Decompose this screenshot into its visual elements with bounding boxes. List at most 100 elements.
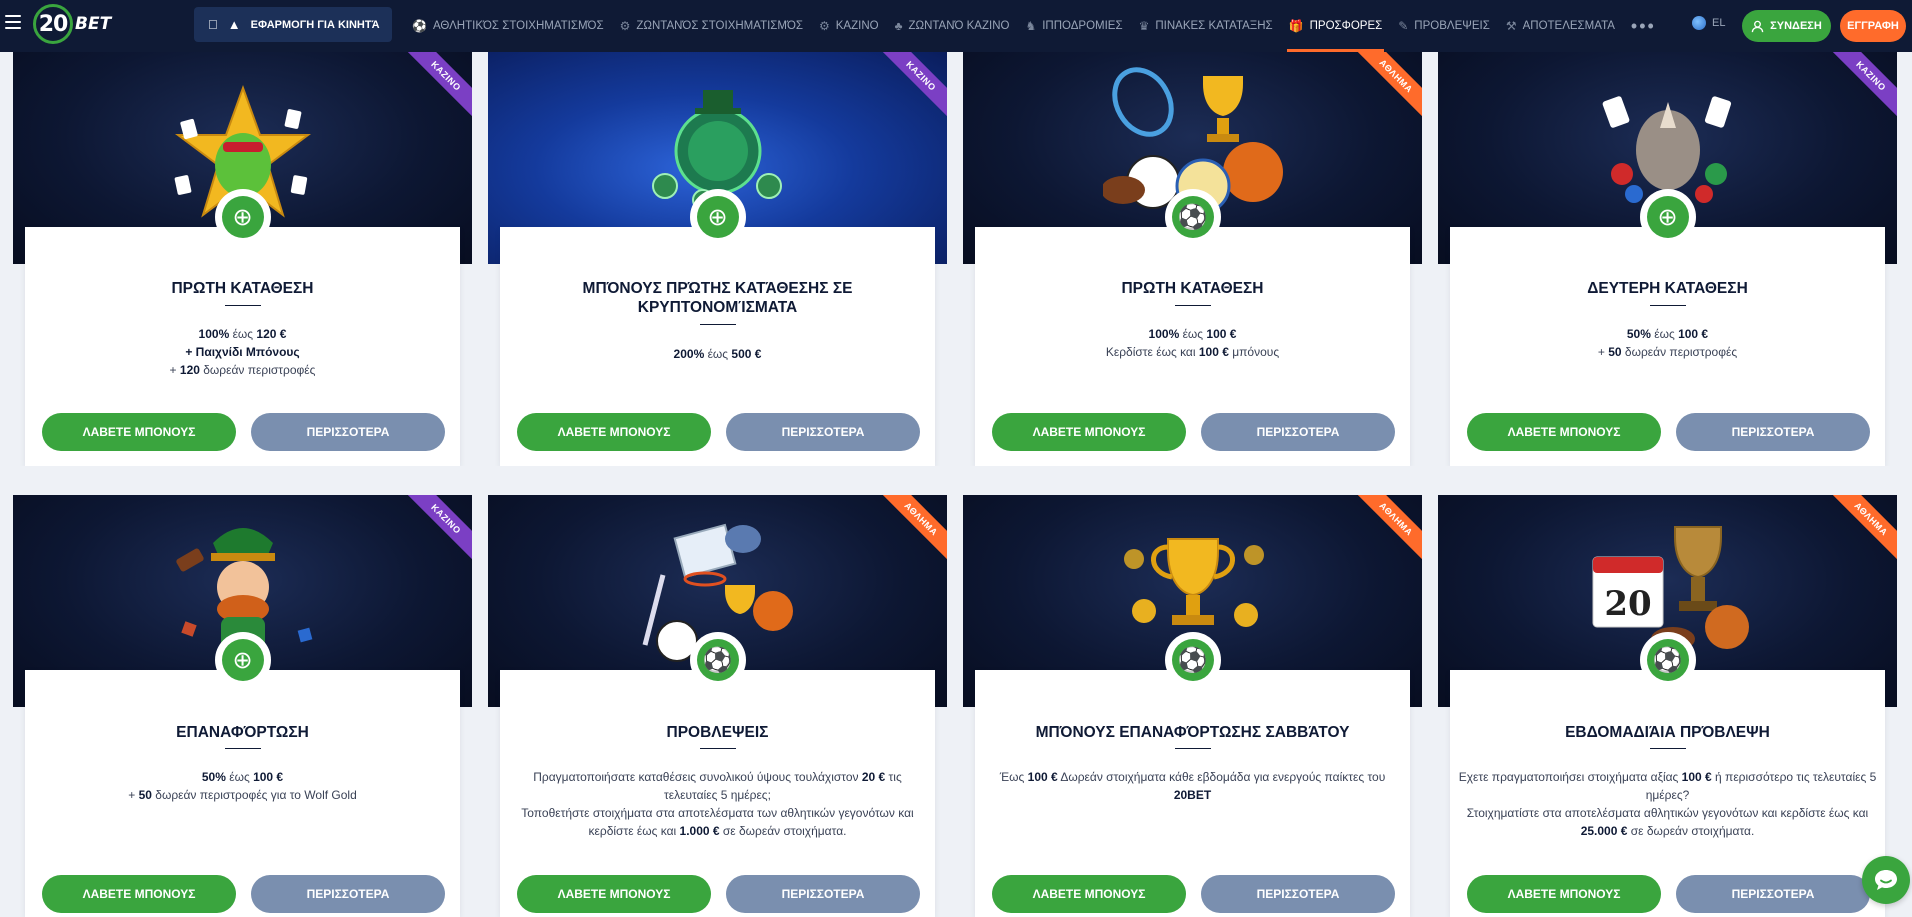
desc-text: Έως [999,770,1028,784]
card-description: Πραγματοποιήσατε καταθέσεις συνολικού ύψ… [508,768,927,840]
roulette-icon: ⊕ [1646,196,1689,238]
live-icon: ⚙ [619,19,631,33]
more-info-button[interactable]: ΠΕΡΙΣΣΟΤΕΡΑ [726,875,920,913]
more-info-button[interactable]: ΠΕΡΙΣΣΟΤΕΡΑ [251,413,445,451]
desc-value: + Παιχνίδι Μπόνους [185,345,300,359]
more-info-button[interactable]: ΠΕΡΙΣΣΟΤΕΡΑ [1676,875,1870,913]
card-badge: ⚽ [1164,632,1221,688]
get-bonus-button[interactable]: ΛΑΒΕΤΕ ΜΠΟΝΟΥΣ [1467,875,1661,913]
login-button[interactable]: ΣΥΝΔΕΣΗ [1742,10,1831,42]
more-info-button[interactable]: ΠΕΡΙΣΣΟΤΕΡΑ [1201,413,1395,451]
nav-live-betting[interactable]: ⚙ ΖΩΝΤΑΝΌΣ ΣΤΟΙΧΗΜΑΤΙΣΜΌΣ [612,0,811,52]
desc-value: 100 € [1027,770,1058,784]
desc-value: 50% [201,770,226,784]
roulette-icon: ⊕ [696,196,739,238]
prediction-icon: ✎ [1398,19,1409,33]
promo-card: ΑΘΛΗΜΑ ⚽ ΠΡΟΒΛΕΨΕΙΣ Πραγματοποιήσατε κατ… [488,495,947,917]
nav-label: ΚΑΖΙΝΟ [835,20,879,32]
desc-text: μπόνους [1228,345,1280,359]
menu-icon[interactable] [5,15,21,29]
card-title: ΜΠΌΝΟΥΣ ΕΠΑΝΑΦΌΡΤΩΣΗΣ ΣΑΒΒΆΤΟΥ [1035,724,1350,741]
hammers-icon: ⚒ [1505,19,1517,33]
desc-value: 120 [179,363,200,377]
desc-text: δωρεάν περιστροφές [1621,345,1738,359]
desc-text: έως [704,347,732,361]
live-chat-button[interactable] [1862,856,1910,904]
desc-text: έως [225,770,254,784]
card-badge: ⚽ [689,632,746,688]
register-button[interactable]: ΕΓΓΡΑΦΗ [1840,10,1906,42]
logo-badge: 20 [33,4,73,44]
nav-live-casino[interactable]: ♣ ΖΩΝΤΑΝΌ ΚΑΖΙΝΟ [887,0,1018,52]
nav-label: ΠΙΝΑΚΕΣ ΚΑΤΑΤΑΞΗΣ [1155,20,1273,32]
card-description: 200% έως 500 € [508,345,927,363]
nav-sports[interactable]: ⚽ ΑΘΛΗΤΙΚΌΣ ΣΤΟΙΧΗΜΑΤΙΣΜΌΣ [404,0,612,52]
more-info-button[interactable]: ΠΕΡΙΣΣΟΤΕΡΑ [251,875,445,913]
calendar-number: 20 [1604,584,1651,624]
promo-card: ΚΑΖΙΝΟ ⊕ ΔΕΥΤΕΡΗ ΚΑΤΑΘΕΣΗ 50% έως 100 € … [1438,52,1897,466]
desc-value: 120 € [256,327,287,341]
desc-text: σε δωρεάν στοιχήματα. [719,824,847,838]
more-info-button[interactable]: ΠΕΡΙΣΣΟΤΕΡΑ [1201,875,1395,913]
main-nav: ⚽ ΑΘΛΗΤΙΚΌΣ ΣΤΟΙΧΗΜΑΤΙΣΜΌΣ ⚙ ΖΩΝΤΑΝΌΣ ΣΤΟΙ… [404,0,1664,52]
nav-results[interactable]: ⚒ ΑΠΟΤΕΛΕΣΜΑΤΑ [1498,0,1623,52]
get-bonus-button[interactable]: ΛΑΒΕΤΕ ΜΠΟΝΟΥΣ [42,875,236,913]
nav-leaderboards[interactable]: ♛ ΠΙΝΑΚΕΣ ΚΑΤΑΤΑΞΗΣ [1131,0,1281,52]
language-selector[interactable]: EL [1692,16,1725,30]
title-divider [699,748,736,749]
get-bonus-button[interactable]: ΛΑΒΕΤΕ ΜΠΟΝΟΥΣ [517,413,711,451]
nav-label: ΠΡΟΒΛΕΨΕΙΣ [1414,20,1490,32]
desc-value: 50% [1626,327,1651,341]
apple-icon:  [208,17,218,32]
card-title: ΠΡΩΤΗ ΚΑΤΑΘΕΣΗ [1121,280,1264,297]
card-title: ΠΡΟΒΛΕΨΕΙΣ [666,724,769,741]
get-bonus-button[interactable]: ΛΑΒΕΤΕ ΜΠΟΝΟΥΣ [517,875,711,913]
nav-promotions[interactable]: 🎁 ΠΡΟΣΦΟΡΕΣ [1281,0,1391,52]
get-bonus-button[interactable]: ΛΑΒΕΤΕ ΜΠΟΝΟΥΣ [42,413,236,451]
card-title: ΜΠΌΝΟΥΣ ΠΡΏΤΗΣ ΚΑΤΆΘΕΣΗΣ ΣΕ ΚΡΥΠΤΟΝΟΜΊΣΜ… [582,280,853,316]
desc-value: 100% [1148,327,1180,341]
desc-value: 100% [198,327,230,341]
card-badge: ⊕ [214,189,271,245]
nav-horse-racing[interactable]: ♞ ΙΠΠΟΔΡΟΜΙΕΣ [1017,0,1130,52]
globe-icon [1692,16,1706,30]
desc-value: 20 € [861,770,886,784]
card-badge: ⚽ [1639,632,1696,688]
desc-value: 1.000 € [679,824,720,838]
title-divider [1649,305,1686,306]
card-description: 100% έως 120 € + Παιχνίδι Μπόνους + 120 … [33,325,452,379]
card-description: 100% έως 100 € Κερδίστε έως και 100 € μπ… [983,325,1402,361]
card-badge: ⚽ [1164,189,1221,245]
nav-predictions[interactable]: ✎ ΠΡΟΒΛΕΨΕΙΣ [1390,0,1498,52]
title-divider [1649,748,1686,749]
desc-value: 200% [673,347,705,361]
nav-casino[interactable]: ⚙ ΚΑΖΙΝΟ [811,0,887,52]
promo-card: ΑΘΛΗΜΑ 20 ⚽ ΕΒΔΟΜΑΔΙΆΙΑ ΠΡΌΒΛΕΨΗ Εχετε π… [1438,495,1897,917]
get-bonus-button[interactable]: ΛΑΒΕΤΕ ΜΠΟΝΟΥΣ [1467,413,1661,451]
desc-value: 20BET [1173,788,1212,802]
desc-text: δωρεάν περιστροφές για το Wolf Gold [151,788,357,802]
more-info-button[interactable]: ΠΕΡΙΣΣΟΤΕΡΑ [726,413,920,451]
get-bonus-button[interactable]: ΛΑΒΕΤΕ ΜΠΟΝΟΥΣ [992,413,1186,451]
horse-icon: ♞ [1025,19,1037,33]
promo-card: ΑΘΛΗΜΑ ⚽ ΜΠΌΝΟΥΣ ΕΠΑΝΑΦΌΡΤΩΣΗΣ ΣΑΒΒΆΤΟΥ … [963,495,1422,917]
android-icon: ▲ [218,17,241,32]
desc-text: Εχετε πραγματοποιήσει στοιχήματα αξίας [1458,770,1682,784]
nav-label: ΑΠΟΤΕΛΕΣΜΑΤΑ [1522,20,1615,32]
nav-label: ΖΩΝΤΑΝΌΣ ΣΤΟΙΧΗΜΑΤΙΣΜΌΣ [636,20,803,32]
card-description: Έως 100 € Δωρεάν στοιχήματα κάθε εβδομάδ… [983,768,1402,804]
title-divider [1174,748,1211,749]
desc-value: 100 € [253,770,284,784]
user-icon [1751,20,1764,32]
soccer-ball-icon: ⚽ [1171,196,1214,238]
soccer-ball-icon: ⚽ [696,639,739,681]
desc-value: 25.000 € [1580,824,1628,838]
more-dots-icon[interactable]: ••• [1623,16,1664,37]
top-header: 20 BET  ▲ ΕΦΑΡΜΟΓΗ ΓΙΑ ΚΙΝΗΤΆ ⚽ ΑΘΛΗΤΙΚΌ… [0,0,1912,52]
login-label: ΣΥΝΔΕΣΗ [1770,20,1822,32]
site-logo[interactable]: 20 BET [33,4,111,44]
chat-bubble-icon [1875,870,1897,890]
mobile-app-button[interactable]:  ▲ ΕΦΑΡΜΟΓΗ ΓΙΑ ΚΙΝΗΤΆ [194,7,392,42]
get-bonus-button[interactable]: ΛΑΒΕΤΕ ΜΠΟΝΟΥΣ [992,875,1186,913]
more-info-button[interactable]: ΠΕΡΙΣΣΟΤΕΡΑ [1676,413,1870,451]
